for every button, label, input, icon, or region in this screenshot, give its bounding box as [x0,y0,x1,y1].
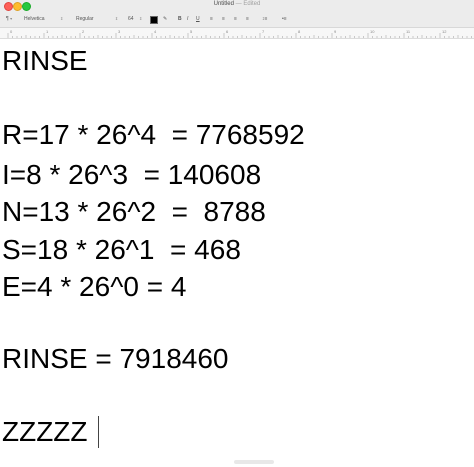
ruler-label: 5 [190,29,193,34]
text-line: I=8 * 26^3 = 140608 [2,159,262,190]
ruler-label: 12 [442,29,447,34]
align-left-icon[interactable]: ≡ [210,16,213,22]
underline-button[interactable]: U [196,16,200,22]
text-line: RINSE [2,45,88,76]
paragraph-style-label: ¶ [6,16,9,22]
text-color-well[interactable] [150,16,158,24]
title-bar: Untitled — Edited [0,0,474,11]
scroll-indicator[interactable] [234,460,274,464]
italic-button[interactable]: I [187,16,188,22]
align-center-icon[interactable]: ≡ [222,16,225,22]
align-right-icon[interactable]: ≡ [234,16,237,22]
ruler-label: 3 [118,29,121,34]
text-line: ZZZZZ [2,416,88,447]
chevron-updown-icon: ⇕ [59,16,64,21]
ruler-label: 8 [298,29,301,34]
list-style-button[interactable]: •≡ [282,16,287,22]
window-title: Untitled — Edited [0,1,474,7]
text-cursor [98,416,99,448]
document-text-area[interactable]: RINSE R=17 * 26^4 = 7768592 I=8 * 26^3 =… [2,40,472,467]
ruler[interactable]: 012345678910111213 [0,28,474,39]
ruler-label: 11 [406,29,411,34]
text-line: E=4 * 26^0 = 4 [2,271,187,302]
ruler-label: 2 [82,29,85,34]
align-justify-icon[interactable]: ≡ [246,16,249,22]
chevron-updown-icon: ⇕ [138,16,143,21]
ruler-label: 7 [262,29,265,34]
font-style-value: Regular [76,16,94,22]
text-line: S=18 * 26^1 = 468 [2,234,241,265]
font-style-select[interactable]: Regular ⇕ [76,16,118,22]
edited-status: — Edited [235,1,261,7]
font-family-select[interactable]: Helvetica ⇕ [24,16,63,22]
ruler-label: 10 [370,29,375,34]
format-toolbar: ¶ ▾ Helvetica ⇕ Regular ⇕ 64 ⇕ ✎ B I U ≡… [0,11,474,28]
text-line: RINSE = 7918460 [2,343,229,374]
document-name: Untitled [213,1,234,7]
font-family-value: Helvetica [24,16,45,22]
ruler-label: 6 [226,29,229,34]
pen-icon[interactable]: ✎ [163,16,167,22]
font-size-value: 64 [128,16,134,22]
chevron-down-icon: ▾ [10,16,13,21]
font-size-field[interactable]: 64 ⇕ [128,16,142,22]
line-spacing-button[interactable]: ↕≡ [262,16,267,22]
bold-button[interactable]: B [178,16,182,22]
chevron-updown-icon: ⇕ [114,16,119,21]
ruler-scale: 012345678910111213 [7,29,472,38]
paragraph-style-menu[interactable]: ¶ ▾ [6,16,12,22]
ruler-label: 4 [154,29,157,34]
ruler-label: 9 [334,29,337,34]
text-line: R=17 * 26^4 = 7768592 [2,119,305,150]
ruler-label: 0 [10,29,13,34]
ruler-label: 1 [46,29,49,34]
text-line: N=13 * 26^2 = 8788 [2,196,266,227]
